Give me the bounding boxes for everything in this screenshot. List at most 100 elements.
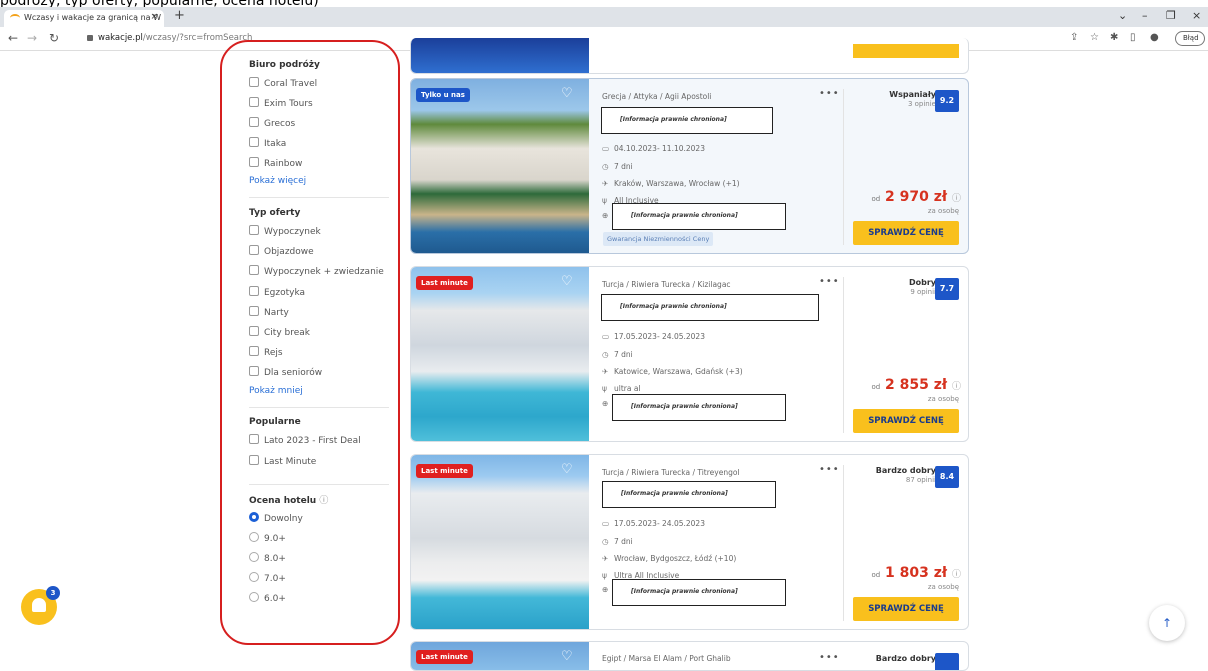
restore-icon[interactable]: ❐ <box>1166 9 1176 22</box>
rating-option[interactable]: 9.0+ <box>249 532 286 544</box>
filter-option[interactable]: City break <box>249 326 310 338</box>
checkbox[interactable] <box>249 265 259 275</box>
option-label: Dowolny <box>264 514 303 524</box>
hotel-photo[interactable] <box>411 267 589 441</box>
radio[interactable] <box>249 592 259 602</box>
sidepanel-icon[interactable]: ▯ <box>1130 32 1136 43</box>
bookmark-star-icon[interactable]: ☆ <box>1090 32 1099 43</box>
checkbox[interactable] <box>249 97 259 107</box>
offer-location[interactable]: Grecja / Attyka / Agii Apostoli <box>602 92 711 101</box>
checkbox[interactable] <box>249 434 259 444</box>
filter-option[interactable]: Itaka <box>249 137 286 149</box>
rating-option[interactable]: 7.0+ <box>249 572 286 584</box>
tab-close-icon[interactable]: × <box>150 12 158 22</box>
heart-icon[interactable]: ♡ <box>561 463 575 476</box>
checkbox[interactable] <box>249 286 259 296</box>
radio[interactable] <box>249 572 259 582</box>
radio-selected[interactable] <box>249 512 259 522</box>
radio[interactable] <box>249 532 259 542</box>
checkbox[interactable] <box>249 157 259 167</box>
browser-tab[interactable]: Wczasy i wakacje za granicą na W × <box>4 10 164 27</box>
info-icon[interactable]: ⓘ <box>319 496 328 506</box>
filter-option[interactable]: Exim Tours <box>249 97 313 109</box>
more-options-icon[interactable]: ••• <box>819 276 840 287</box>
url-field[interactable]: wakacje.pl/wczasy/?src=fromSearch <box>84 33 252 43</box>
window-close-icon[interactable]: × <box>1192 9 1201 22</box>
show-less-link[interactable]: Pokaż mniej <box>249 386 303 396</box>
checkbox[interactable] <box>249 306 259 316</box>
check-price-button[interactable]: SPRAWDŹ CENĘ <box>853 221 959 245</box>
notifications-button[interactable]: 3 <box>21 586 60 625</box>
more-options-icon[interactable]: ••• <box>819 88 840 99</box>
filter-option[interactable]: Wypoczynek <box>249 225 321 237</box>
error-button[interactable]: Błąd <box>1175 31 1205 46</box>
option-label: Narty <box>264 308 289 318</box>
offer-location[interactable]: Turcja / Riwiera Turecka / Titreyengol <box>602 468 740 477</box>
hotel-photo[interactable] <box>411 79 589 253</box>
extensions-icon[interactable]: ✱ <box>1110 32 1118 43</box>
checkbox[interactable] <box>249 366 259 376</box>
share-icon[interactable]: ⇪ <box>1070 32 1078 43</box>
reload-icon[interactable]: ↻ <box>49 31 59 45</box>
heart-icon[interactable]: ♡ <box>561 275 575 288</box>
review-count: 9 opinii <box>910 288 936 296</box>
hotel-photo[interactable] <box>411 455 589 629</box>
offer-location[interactable]: Turcja / Riwiera Turecka / Kizilagac <box>602 280 731 289</box>
filter-option[interactable]: Objazdowe <box>249 245 314 257</box>
show-more-link[interactable]: Pokaż więcej <box>249 176 306 186</box>
checkbox[interactable] <box>249 346 259 356</box>
info-icon: ⓘ <box>951 570 961 580</box>
tab-search-icon[interactable]: ⌄ <box>1118 9 1127 22</box>
check-price-button[interactable]: SPRAWDŹ CENĘ <box>853 409 959 433</box>
rating-option[interactable]: 6.0+ <box>249 592 286 604</box>
divider <box>843 465 844 621</box>
check-price-button[interactable]: SPRAWDŹ CENĘ <box>853 597 959 621</box>
filter-option[interactable]: Coral Travel <box>249 77 317 89</box>
filter-option[interactable]: Dla seniorów <box>249 366 322 378</box>
checkbox[interactable] <box>249 77 259 87</box>
filter-option[interactable]: Rejs <box>249 346 283 358</box>
filter-option[interactable]: Lato 2023 - First Deal <box>249 434 361 446</box>
divider <box>843 277 844 433</box>
filter-option[interactable]: Last Minute <box>249 455 316 467</box>
globe-icon: ⊕ <box>602 399 609 408</box>
offer-card[interactable]: Last minute ♡ Egipt / Marsa El Alam / Po… <box>410 641 969 671</box>
more-options-icon[interactable]: ••• <box>819 464 840 475</box>
forward-icon[interactable]: → <box>27 31 37 45</box>
scroll-to-top-button[interactable]: ↑ <box>1149 605 1185 641</box>
more-options-icon[interactable]: ••• <box>819 652 840 663</box>
rating-option[interactable]: Dowolny <box>249 512 303 524</box>
offer-card[interactable]: Tylko u nas ♡ Grecja / Attyka / Agii Apo… <box>410 78 969 254</box>
checkbox[interactable] <box>249 225 259 235</box>
checkbox[interactable] <box>249 117 259 127</box>
divider <box>249 484 389 485</box>
divider <box>249 407 389 408</box>
filter-option[interactable]: Narty <box>249 306 289 318</box>
url-domain: wakacje.pl <box>98 33 143 43</box>
filter-option[interactable]: Rainbow <box>249 157 302 169</box>
filter-option[interactable]: Grecos <box>249 117 295 129</box>
offer-card[interactable]: Last minute ♡ Turcja / Riwiera Turecka /… <box>410 454 969 630</box>
hotel-photo[interactable] <box>411 38 589 73</box>
checkbox[interactable] <box>249 326 259 336</box>
browser-tab-bar: Wczasy i wakacje za granicą na W × + ⌄ –… <box>0 7 1208 27</box>
filter-option[interactable]: Wypoczynek + zwiedzanie <box>249 265 384 277</box>
arrow-up-icon: ↑ <box>1161 616 1173 630</box>
radio[interactable] <box>249 552 259 562</box>
check-price-button[interactable] <box>853 44 959 58</box>
heart-icon[interactable]: ♡ <box>561 87 575 100</box>
new-tab-button[interactable]: + <box>174 8 185 23</box>
rating-option[interactable]: 8.0+ <box>249 552 286 564</box>
checkbox[interactable] <box>249 245 259 255</box>
offer-price: od 2 855 zł ⓘ <box>871 377 961 393</box>
heart-icon[interactable]: ♡ <box>561 650 575 663</box>
checkbox[interactable] <box>249 137 259 147</box>
profile-icon[interactable]: ● <box>1150 32 1159 43</box>
score-badge: 7.7 <box>935 278 959 300</box>
filter-option[interactable]: Egzotyka <box>249 286 305 298</box>
checkbox[interactable] <box>249 455 259 465</box>
offer-card[interactable]: Last minute ♡ Turcja / Riwiera Turecka /… <box>410 266 969 442</box>
offer-card-partial[interactable] <box>410 38 969 74</box>
minimize-icon[interactable]: – <box>1142 9 1148 22</box>
back-icon[interactable]: ← <box>8 31 18 45</box>
